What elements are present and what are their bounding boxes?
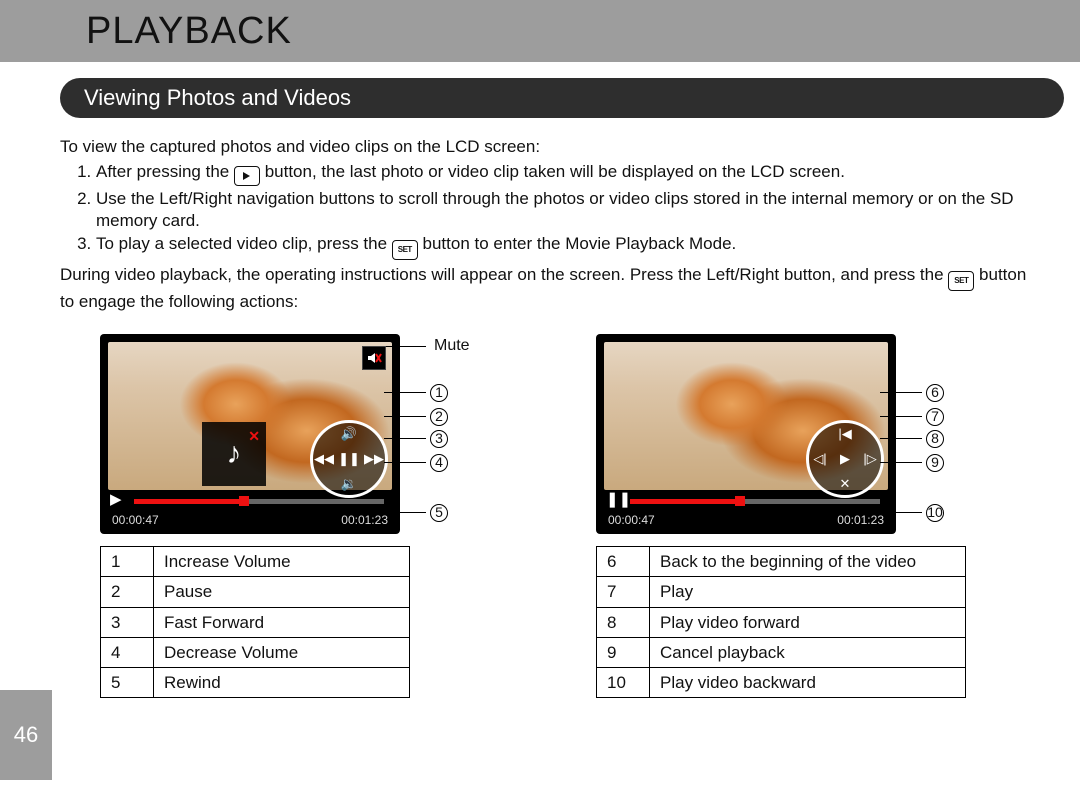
- volume-up-icon: 🔊: [339, 424, 359, 444]
- playback-mode-icon: [234, 166, 260, 186]
- callout-7: 7: [926, 408, 944, 426]
- set-button-icon-2: [948, 271, 974, 291]
- callouts-left: Mute 1 2 3 4 5: [404, 330, 534, 530]
- callout-8: 8: [926, 430, 944, 448]
- callout-6: 6: [926, 384, 944, 402]
- callout-4: 4: [430, 454, 448, 472]
- mute-label: Mute: [434, 336, 470, 356]
- step-forward-icon: |▷: [860, 449, 880, 469]
- figure-right: |◀ ✕ ◁| |▷ ▶ ❚❚ 00:00:47 00:01:23 6: [596, 326, 1032, 536]
- legend-table-right: 6Back to the beginning of the video 7Pla…: [596, 546, 966, 698]
- table-row: 2Pause: [101, 577, 410, 607]
- step-back-icon: ◁|: [810, 449, 830, 469]
- cell-num: 4: [101, 637, 154, 667]
- table-row: 6Back to the beginning of the video: [597, 547, 966, 577]
- music-mute-card: ♪ ✕: [202, 422, 266, 486]
- music-note-icon: ♪: [227, 435, 242, 473]
- title-bar: PLAYBACK: [0, 0, 1080, 62]
- time-display: 00:00:47 00:01:23: [112, 513, 388, 528]
- cell-num: 7: [597, 577, 650, 607]
- skip-start-icon: |◀: [835, 424, 855, 444]
- lcd-left: ♪ ✕ 🔊 🔉 ◀◀ ▶▶ ❚❚ ▶ 00:00:47: [100, 334, 400, 534]
- legend-table-left: 1Increase Volume 2Pause 3Fast Forward 4D…: [100, 546, 410, 698]
- cell-text: Rewind: [154, 668, 410, 698]
- step-3: To play a selected video clip, press the…: [96, 233, 1032, 260]
- pause-state-icon: ❚❚: [606, 491, 631, 510]
- seek-bar: [134, 499, 384, 504]
- callout-1: 1: [430, 384, 448, 402]
- time-elapsed-2: 00:00:47: [608, 513, 655, 528]
- cell-num: 6: [597, 547, 650, 577]
- cell-num: 8: [597, 607, 650, 637]
- callout-5: 5: [430, 504, 448, 522]
- time-total-2: 00:01:23: [837, 513, 884, 528]
- play-state-icon: ▶: [110, 491, 122, 510]
- cell-num: 5: [101, 668, 154, 698]
- cell-text: Increase Volume: [154, 547, 410, 577]
- cell-text: Cancel playback: [650, 637, 966, 667]
- time-display-2: 00:00:47 00:01:23: [608, 513, 884, 528]
- control-rose-left: 🔊 🔉 ◀◀ ▶▶ ❚❚: [310, 420, 388, 498]
- cell-text: Fast Forward: [154, 607, 410, 637]
- callout-10: 10: [926, 504, 944, 522]
- seek-bar-2: [630, 499, 880, 504]
- cell-text: Decrease Volume: [154, 637, 410, 667]
- para2-text-a: During video playback, the operating ins…: [60, 265, 948, 284]
- table-row: 7Play: [597, 577, 966, 607]
- callout-3: 3: [430, 430, 448, 448]
- x-red-icon: ✕: [248, 428, 260, 446]
- play-icon: ▶: [835, 449, 855, 469]
- cell-text: Play: [650, 577, 966, 607]
- table-row: 10Play video backward: [597, 668, 966, 698]
- fast-forward-icon: ▶▶: [364, 449, 384, 469]
- callout-9: 9: [926, 454, 944, 472]
- page-title: PLAYBACK: [86, 10, 292, 53]
- figures-row: ♪ ✕ 🔊 🔉 ◀◀ ▶▶ ❚❚ ▶ 00:00:47: [100, 326, 1032, 698]
- table-row: 3Fast Forward: [101, 607, 410, 637]
- cell-text: Pause: [154, 577, 410, 607]
- figure-right-column: |◀ ✕ ◁| |▷ ▶ ❚❚ 00:00:47 00:01:23 6: [596, 326, 1032, 698]
- cell-text: Play video forward: [650, 607, 966, 637]
- callouts-right: 6 7 8 9 10: [900, 330, 1030, 530]
- content-area: To view the captured photos and video cl…: [0, 118, 1080, 698]
- table-row: 5Rewind: [101, 668, 410, 698]
- table-row: 4Decrease Volume: [101, 637, 410, 667]
- section-title: Viewing Photos and Videos: [84, 85, 351, 111]
- cell-num: 3: [101, 607, 154, 637]
- steps-list: After pressing the button, the last phot…: [66, 161, 1032, 260]
- table-row: 9Cancel playback: [597, 637, 966, 667]
- cell-num: 1: [101, 547, 154, 577]
- callout-2: 2: [430, 408, 448, 426]
- cell-num: 2: [101, 577, 154, 607]
- cell-text: Play video backward: [650, 668, 966, 698]
- set-button-icon: [392, 240, 418, 260]
- step3-text-b: button to enter the Movie Playback Mode.: [423, 234, 737, 253]
- volume-down-icon: 🔉: [339, 474, 359, 494]
- table-row: 1Increase Volume: [101, 547, 410, 577]
- step3-text-a: To play a selected video clip, press the: [96, 234, 392, 253]
- control-rose-right: |◀ ✕ ◁| |▷ ▶: [806, 420, 884, 498]
- figure-left-column: ♪ ✕ 🔊 🔉 ◀◀ ▶▶ ❚❚ ▶ 00:00:47: [100, 326, 536, 698]
- step-1: After pressing the button, the last phot…: [96, 161, 1032, 186]
- mute-icon: [362, 346, 386, 370]
- step1-text-b: button, the last photo or video clip tak…: [265, 162, 845, 181]
- cancel-icon: ✕: [835, 474, 855, 494]
- table-row: 8Play video forward: [597, 607, 966, 637]
- cell-text: Back to the beginning of the video: [650, 547, 966, 577]
- section-header: Viewing Photos and Videos: [60, 78, 1064, 118]
- time-elapsed: 00:00:47: [112, 513, 159, 528]
- step1-text-a: After pressing the: [96, 162, 234, 181]
- intro-text: To view the captured photos and video cl…: [60, 136, 1032, 157]
- page-number: 46: [14, 722, 38, 748]
- figure-left: ♪ ✕ 🔊 🔉 ◀◀ ▶▶ ❚❚ ▶ 00:00:47: [100, 326, 536, 536]
- cell-num: 10: [597, 668, 650, 698]
- lcd-right: |◀ ✕ ◁| |▷ ▶ ❚❚ 00:00:47 00:01:23: [596, 334, 896, 534]
- pause-icon: ❚❚: [339, 449, 359, 469]
- para2: During video playback, the operating ins…: [60, 264, 1032, 312]
- cell-num: 9: [597, 637, 650, 667]
- page-number-tab: 46: [0, 690, 52, 780]
- rewind-icon: ◀◀: [314, 449, 334, 469]
- step-2: Use the Left/Right navigation buttons to…: [96, 188, 1032, 231]
- time-total: 00:01:23: [341, 513, 388, 528]
